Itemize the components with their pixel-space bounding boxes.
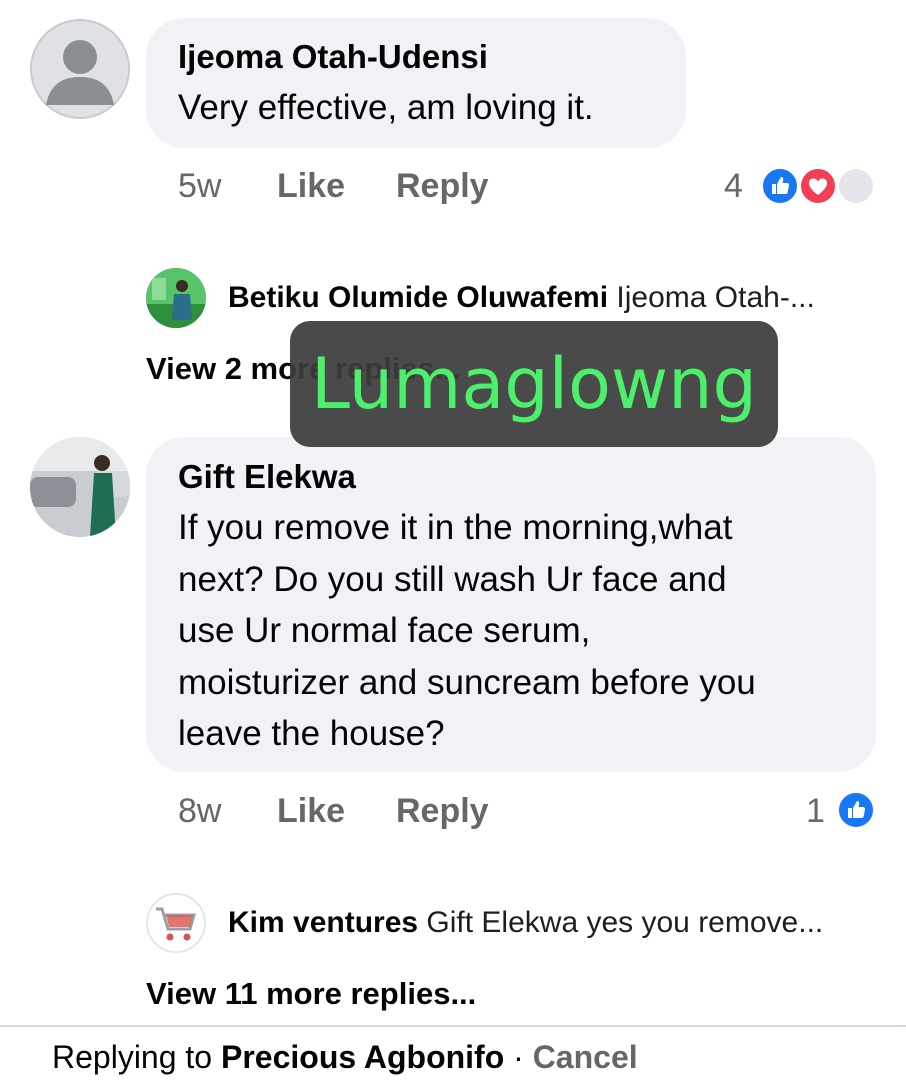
replying-prefix: Replying to <box>52 1039 213 1075</box>
comment-text-line: Very effective, am loving it. <box>178 88 594 127</box>
comment-text-line: leave the house? <box>178 714 445 753</box>
comment-text: Very effective, am loving it. <box>178 82 594 134</box>
watermark: Lumaglowng <box>290 321 778 447</box>
like-button[interactable]: Like <box>277 167 345 206</box>
comment-text-line: next? Do you still wash Ur face and <box>178 559 727 599</box>
separator-dot: · <box>513 1039 524 1075</box>
comment-text-line: moisturizer and suncream before you <box>178 662 756 702</box>
reaction-count: 1 <box>806 792 825 830</box>
like-icon <box>760 166 800 206</box>
replying-to-name: Precious Agbonifo <box>220 1039 505 1075</box>
other-reaction-icon <box>836 166 876 206</box>
reply-author[interactable]: Kim ventures <box>228 906 418 939</box>
comment-timestamp[interactable]: 8w <box>178 792 221 831</box>
like-icon <box>836 790 876 830</box>
profile-photo-icon <box>30 437 130 537</box>
comment-timestamp[interactable]: 5w <box>178 167 221 206</box>
replying-to-bar: Replying to Precious Agbonifo · Cancel <box>52 1039 638 1076</box>
reply-avatar[interactable] <box>146 268 206 328</box>
reply-snippet: Ijeoma Otah-... <box>616 281 815 314</box>
cancel-reply-button[interactable]: Cancel <box>533 1039 638 1075</box>
love-icon <box>798 166 838 206</box>
profile-photo-icon <box>146 268 206 328</box>
comment-author[interactable]: Ijeoma Otah-Udensi <box>178 38 488 76</box>
comment-text-line: use Ur normal face serum, <box>178 611 591 650</box>
avatar-default[interactable] <box>30 19 130 119</box>
reply-author[interactable]: Betiku Olumide Oluwafemi <box>228 281 608 314</box>
comment-text-line: If you remove it in the morning,what <box>178 508 733 547</box>
footer-divider <box>0 1025 906 1027</box>
default-user-icon <box>30 19 130 119</box>
reply-button[interactable]: Reply <box>396 792 489 831</box>
reaction-count: 4 <box>724 167 743 205</box>
comment-author[interactable]: Gift Elekwa <box>178 458 356 496</box>
shopping-cart-icon <box>156 907 196 941</box>
reply-avatar[interactable] <box>146 893 206 953</box>
like-button[interactable]: Like <box>277 792 345 831</box>
reply-preview-text[interactable]: Betiku Olumide Oluwafemi Ijeoma Otah-... <box>228 281 815 315</box>
reply-snippet: Gift Elekwa yes you remove... <box>426 906 824 939</box>
comment-text: If you remove it in the morning,what nex… <box>178 502 756 760</box>
reply-preview-text[interactable]: Kim ventures Gift Elekwa yes you remove.… <box>228 906 823 940</box>
reply-button[interactable]: Reply <box>396 167 489 206</box>
avatar[interactable] <box>30 437 130 537</box>
view-more-replies-button[interactable]: View 11 more replies... <box>146 976 476 1012</box>
